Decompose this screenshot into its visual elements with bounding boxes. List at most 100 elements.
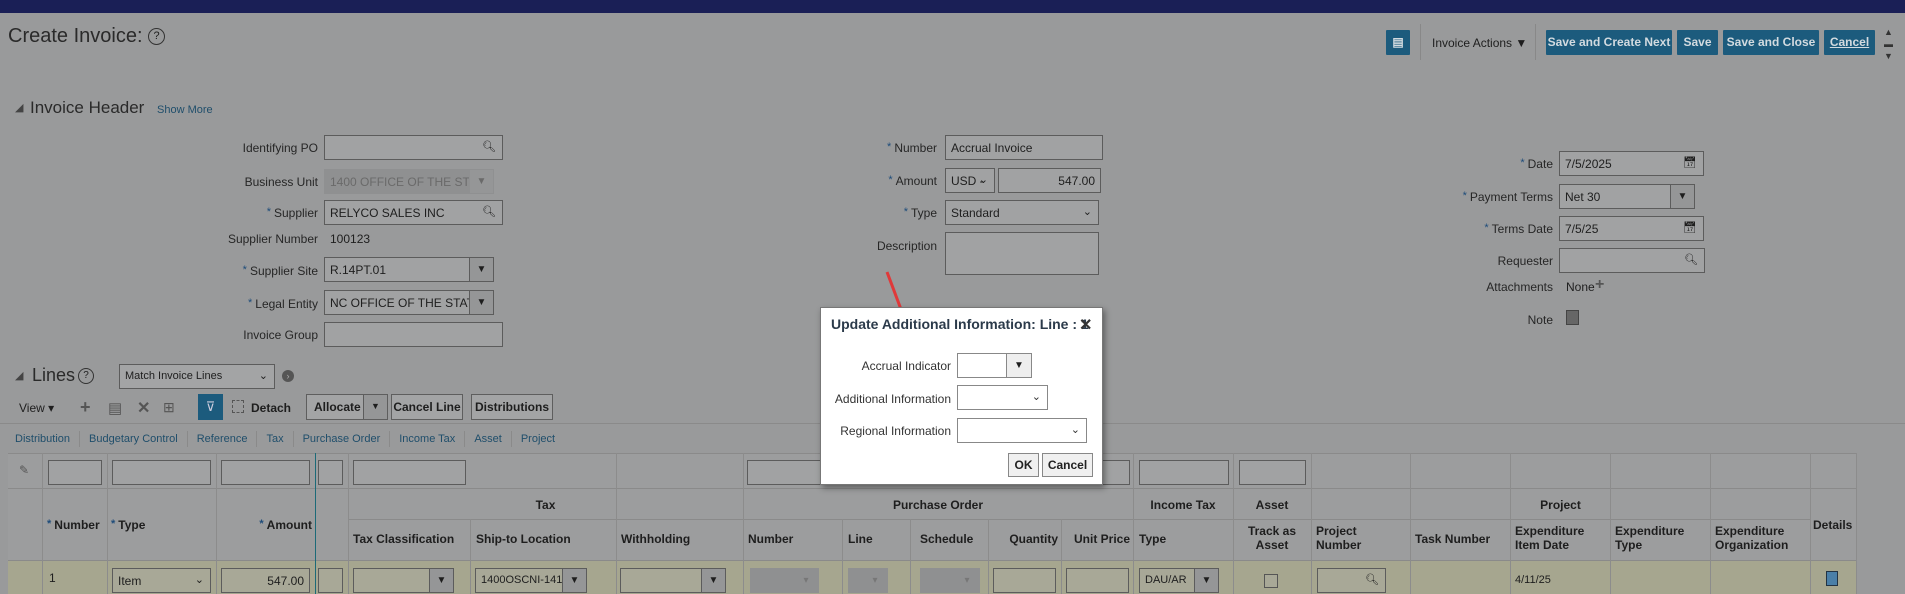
dropdown-icon[interactable]: ▼ bbox=[469, 258, 493, 281]
project-number-input[interactable]: 🔍︎ bbox=[1317, 568, 1386, 593]
column-header-ship-to-location[interactable]: Ship-to Location bbox=[476, 532, 571, 546]
view-menu[interactable]: View ▾ bbox=[19, 401, 54, 415]
tab-project[interactable]: Project bbox=[521, 433, 555, 445]
dropdown-icon[interactable]: ▼ bbox=[562, 569, 586, 592]
filter-asset-input[interactable] bbox=[1239, 460, 1306, 485]
show-more-link[interactable]: Show More bbox=[157, 104, 213, 116]
go-arrow-icon[interactable]: › bbox=[282, 370, 294, 382]
cancel-line-button[interactable]: Cancel Line bbox=[391, 394, 463, 420]
column-header-schedule[interactable]: Schedule bbox=[920, 532, 973, 546]
quantity-input[interactable] bbox=[993, 568, 1056, 593]
freeze-icon[interactable]: ⊞ bbox=[163, 399, 175, 416]
dropdown-icon[interactable]: ▼ bbox=[1006, 354, 1031, 377]
note-icon[interactable] bbox=[1566, 310, 1579, 325]
save-and-create-next-button[interactable]: Save and Create Next bbox=[1546, 30, 1672, 55]
query-by-example-icon[interactable]: ⊽ bbox=[198, 394, 223, 420]
detach-button[interactable]: Detach bbox=[251, 401, 291, 415]
column-header-withholding[interactable]: Withholding bbox=[621, 532, 690, 546]
filter-income-tax-type-input[interactable] bbox=[1139, 460, 1229, 485]
invoice-number-input[interactable]: Accrual Invoice bbox=[945, 135, 1103, 160]
invoice-date-input[interactable]: 7/5/2025 📅︎ bbox=[1559, 151, 1704, 176]
dropdown-icon[interactable]: ▼ bbox=[469, 291, 493, 314]
filter-amount-input[interactable] bbox=[221, 460, 310, 485]
column-header-tax-classification[interactable]: Tax Classification bbox=[353, 532, 454, 546]
dropdown-icon[interactable]: ▼ bbox=[701, 569, 725, 592]
dropdown-icon[interactable]: ▼ bbox=[1194, 569, 1218, 592]
add-row-icon[interactable]: + bbox=[80, 397, 91, 418]
tab-reference[interactable]: Reference bbox=[197, 433, 248, 445]
column-header-quantity[interactable]: Quantity bbox=[988, 532, 1058, 546]
help-icon[interactable]: ? bbox=[148, 28, 165, 45]
dropdown-icon[interactable]: ▼ bbox=[363, 395, 387, 419]
save-and-close-button[interactable]: Save and Close bbox=[1723, 30, 1819, 55]
add-attachment-icon[interactable]: + bbox=[1595, 276, 1604, 294]
income-tax-type-select[interactable]: DAU/AR ▼ bbox=[1139, 568, 1219, 593]
details-icon[interactable] bbox=[1826, 571, 1838, 586]
search-icon[interactable]: 🔍︎ bbox=[482, 205, 496, 218]
dropdown-icon[interactable]: ▼ bbox=[1670, 185, 1694, 208]
column-header-po-number[interactable]: Number bbox=[748, 532, 793, 546]
duplicate-icon[interactable]: ▤ bbox=[108, 399, 122, 417]
unit-price-input[interactable] bbox=[1066, 568, 1129, 593]
tab-budgetary-control[interactable]: Budgetary Control bbox=[89, 433, 178, 445]
tab-asset[interactable]: Asset bbox=[474, 433, 502, 445]
filter-tax-classification-input[interactable] bbox=[353, 460, 466, 485]
invoice-type-select[interactable]: Standard ⌄ bbox=[945, 200, 1099, 225]
invoice-group-input[interactable] bbox=[324, 322, 503, 347]
delete-icon[interactable]: ✕ bbox=[137, 398, 150, 418]
column-header-type[interactable]: * Type bbox=[111, 518, 145, 532]
calendar-icon[interactable]: 📅︎ bbox=[1683, 221, 1697, 234]
search-icon[interactable]: 🔍︎ bbox=[482, 140, 496, 153]
dropdown-icon[interactable]: ▼ bbox=[429, 569, 453, 592]
legal-entity-select[interactable]: NC OFFICE OF THE STATE ▼ bbox=[324, 290, 494, 315]
invoice-actions-menu[interactable]: Invoice Actions ▼ bbox=[1432, 36, 1527, 50]
additional-information-select[interactable]: ⌄ bbox=[957, 385, 1048, 410]
line-input[interactable] bbox=[318, 568, 343, 593]
column-header-number[interactable]: * Number bbox=[47, 518, 100, 532]
supplier-input[interactable]: RELYCO SALES INC 🔍︎ bbox=[324, 200, 503, 225]
filter-number-input[interactable] bbox=[48, 460, 102, 485]
search-icon[interactable]: 🔍︎ bbox=[1684, 253, 1698, 266]
terms-date-input[interactable]: 7/5/25 📅︎ bbox=[1559, 216, 1704, 241]
withholding-select[interactable]: ▼ bbox=[620, 568, 726, 593]
frozen-column-divider[interactable] bbox=[315, 453, 316, 594]
column-header-track-as-asset[interactable]: Track as Asset bbox=[1243, 524, 1301, 552]
currency-select[interactable]: USD - ⌄ bbox=[945, 168, 995, 193]
column-header-income-tax-type[interactable]: Type bbox=[1139, 532, 1166, 546]
filter-po-number-input[interactable] bbox=[747, 460, 827, 485]
dialog-cancel-button[interactable]: Cancel bbox=[1042, 453, 1093, 477]
save-button[interactable]: Save bbox=[1677, 30, 1718, 55]
distributions-button[interactable]: Distributions bbox=[471, 394, 553, 420]
close-icon[interactable]: ✕ bbox=[1079, 315, 1092, 335]
amount-input[interactable]: 547.00 bbox=[998, 168, 1101, 193]
description-textarea[interactable] bbox=[945, 232, 1099, 275]
detach-icon[interactable] bbox=[232, 400, 244, 413]
line-type-select[interactable]: Item ⌄ bbox=[112, 568, 211, 593]
calendar-icon[interactable]: 📅︎ bbox=[1683, 156, 1697, 169]
help-icon[interactable]: ? bbox=[78, 368, 94, 384]
cancel-button[interactable]: Cancel bbox=[1824, 30, 1875, 55]
match-invoice-lines-select[interactable]: Match Invoice Lines ⌄ bbox=[119, 364, 275, 389]
tab-distribution[interactable]: Distribution bbox=[15, 433, 70, 445]
filter-input[interactable] bbox=[318, 460, 343, 485]
requester-input[interactable]: 🔍︎ bbox=[1559, 248, 1705, 273]
column-header-expenditure-type[interactable]: Expenditure Type bbox=[1615, 524, 1707, 552]
ok-button[interactable]: OK bbox=[1008, 453, 1039, 477]
supplier-site-select[interactable]: R.14PT.01 ▼ bbox=[324, 257, 494, 282]
panel-toggle-button[interactable]: ▤ bbox=[1386, 30, 1410, 55]
column-header-unit-price[interactable]: Unit Price bbox=[1061, 532, 1130, 546]
column-header-line[interactable]: Line bbox=[848, 532, 873, 546]
tax-classification-select[interactable]: ▼ bbox=[353, 568, 454, 593]
scroll-arrows[interactable]: ▲ ▬ ▼ bbox=[1884, 26, 1893, 62]
regional-information-select[interactable]: ⌄ bbox=[957, 418, 1087, 443]
column-header-amount[interactable]: * Amount bbox=[216, 518, 312, 532]
ship-to-location-select[interactable]: 1400OSCNI-1410 ▼ bbox=[475, 568, 587, 593]
column-header-expenditure-organization[interactable]: Expenditure Organization bbox=[1715, 524, 1807, 552]
column-header-expenditure-item-date[interactable]: Expenditure Item Date bbox=[1515, 524, 1607, 552]
track-as-asset-checkbox[interactable] bbox=[1264, 574, 1278, 588]
tab-purchase-order[interactable]: Purchase Order bbox=[303, 433, 381, 445]
identifying-po-input[interactable]: 🔍︎ bbox=[324, 135, 503, 160]
column-header-project-number[interactable]: Project Number bbox=[1316, 524, 1386, 552]
accrual-indicator-select[interactable]: ▼ bbox=[957, 353, 1032, 378]
arrow-down-icon[interactable]: ▼ bbox=[1884, 50, 1893, 62]
